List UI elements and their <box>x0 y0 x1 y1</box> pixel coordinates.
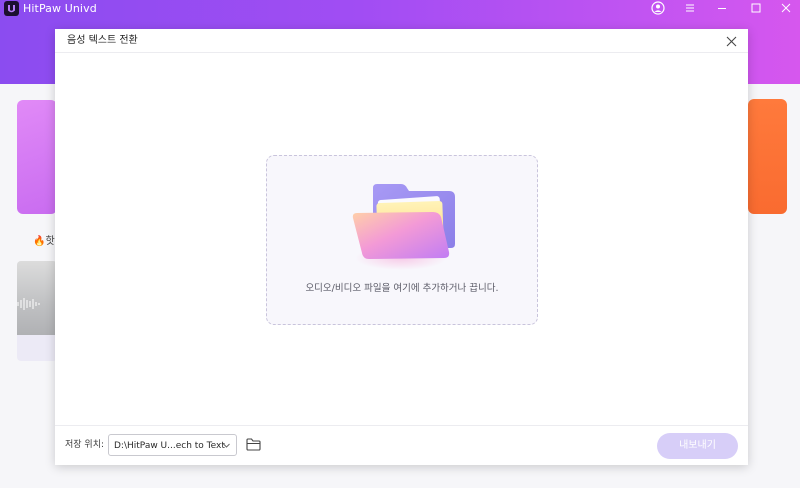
app-logo-icon <box>4 1 19 16</box>
folder-illustration <box>352 184 455 270</box>
chevron-down-icon <box>223 443 230 448</box>
open-folder-icon[interactable] <box>244 435 262 453</box>
close-icon[interactable] <box>775 0 797 15</box>
file-dropzone[interactable]: 오디오/비디오 파일을 여기에 추가하거나 끕니다. <box>266 155 538 325</box>
hot-section-label: 🔥핫 <box>33 236 55 247</box>
feature-card[interactable] <box>17 100 57 214</box>
video-thumbnail[interactable] <box>17 261 57 361</box>
dropzone-hint: 오디오/비디오 파일을 여기에 추가하거나 끕니다. <box>305 283 499 294</box>
menu-icon[interactable] <box>679 0 701 15</box>
save-location-label: 저장 위치: <box>65 440 105 450</box>
feature-card[interactable] <box>748 99 787 214</box>
minimize-icon[interactable] <box>711 0 733 15</box>
dialog-footer: 저장 위치: D:\HitPaw U...ech to Text 내보내기 <box>55 425 748 465</box>
dialog-header: 음성 텍스트 전환 <box>55 29 748 53</box>
close-icon[interactable] <box>722 32 740 50</box>
save-path-value: D:\HitPaw U...ech to Text <box>114 441 225 451</box>
dialog-title: 음성 텍스트 전환 <box>67 35 138 46</box>
export-button[interactable]: 내보내기 <box>657 433 738 459</box>
maximize-icon[interactable] <box>745 0 767 15</box>
speech-to-text-dialog: 음성 텍스트 전환 오디오/비디오 파일을 여기에 추가하거나 끕니다. 저장 … <box>55 29 748 465</box>
account-icon[interactable] <box>647 0 669 15</box>
waveform-icon <box>17 298 40 310</box>
save-location-select[interactable]: D:\HitPaw U...ech to Text <box>108 434 237 456</box>
app-name: HitPaw Univd <box>23 2 97 15</box>
